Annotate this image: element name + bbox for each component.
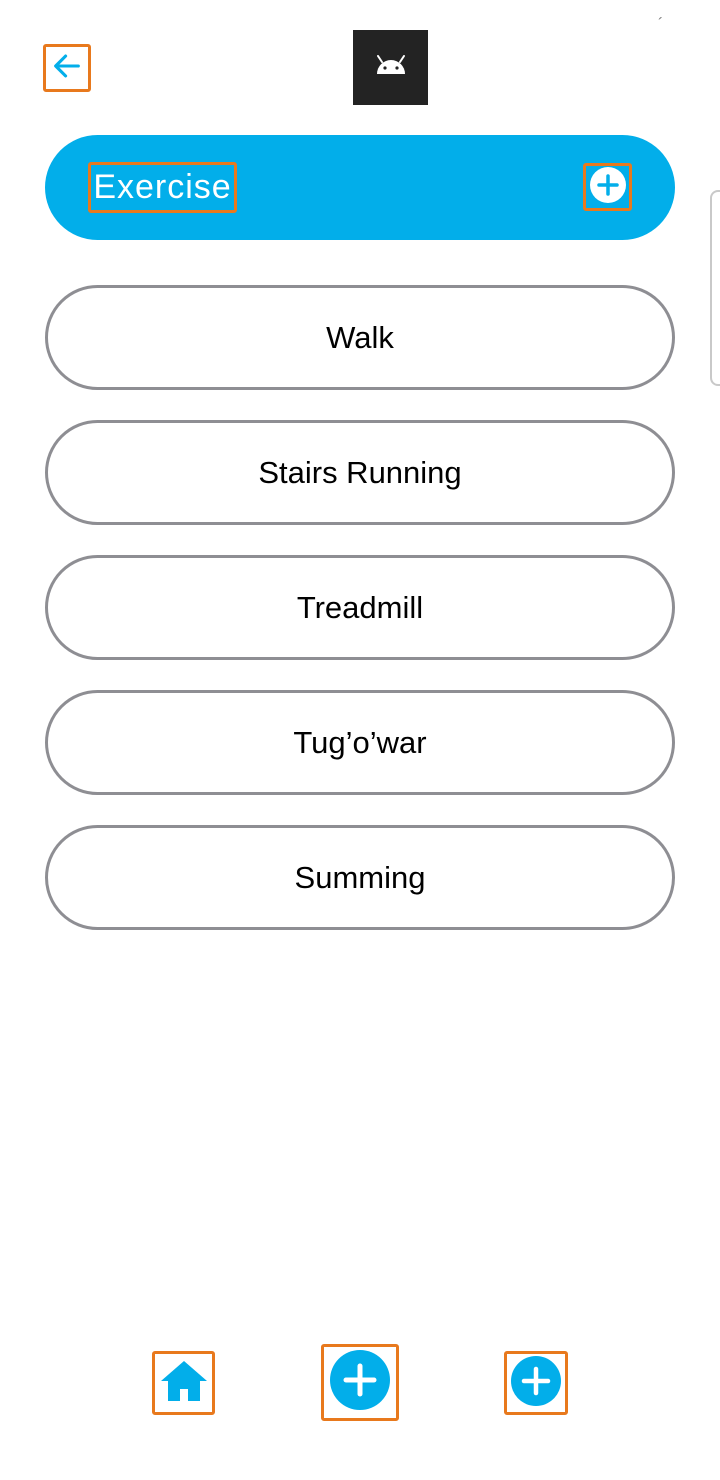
app-logo [353, 30, 428, 105]
add-exercise-button[interactable] [583, 163, 632, 211]
plus-circle-icon [329, 1349, 391, 1416]
exercise-item-walk[interactable]: Walk [45, 285, 675, 390]
add-button[interactable] [321, 1344, 399, 1421]
plus-circle-icon [510, 1355, 562, 1412]
exercise-item-summing[interactable]: Summing [45, 825, 675, 930]
plus-circle-icon [589, 166, 627, 209]
category-title[interactable]: Exercise [88, 162, 237, 213]
exercise-item-tug-o-war[interactable]: Tug’o’war [45, 690, 675, 795]
home-icon [159, 1359, 209, 1408]
back-button[interactable] [43, 44, 91, 92]
side-panel-handle[interactable] [710, 190, 720, 386]
exercise-item-stairs-running[interactable]: Stairs Running [45, 420, 675, 525]
exercise-item-treadmill[interactable]: Treadmill [45, 555, 675, 660]
add-secondary-button[interactable] [504, 1351, 568, 1415]
corner-mark: ´ [658, 16, 664, 33]
android-icon [374, 54, 408, 81]
home-button[interactable] [152, 1351, 215, 1415]
arrow-left-icon [50, 49, 84, 88]
exercise-list: Walk Stairs Running Treadmill Tug’o’war … [45, 285, 675, 960]
